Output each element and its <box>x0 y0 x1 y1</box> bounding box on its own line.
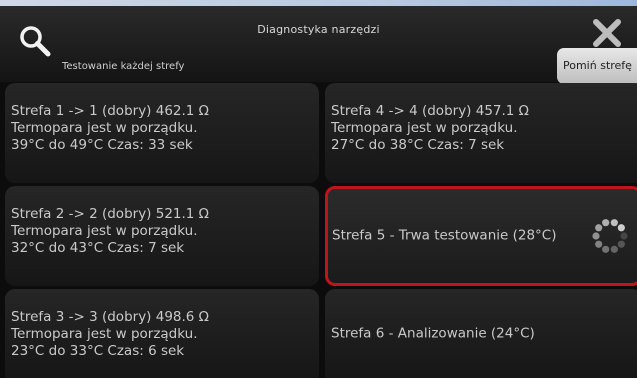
zone-1-range-time: 39°C do 49°C Czas: 33 sek <box>11 137 193 153</box>
zone-tile-6[interactable]: Strefa 6 - Analizowanie (24°C) <box>325 289 637 378</box>
zone-2-range-time: 32°C do 43°C Czas: 7 sek <box>11 240 185 256</box>
page-title: Diagnostyka narzędzi <box>257 23 380 36</box>
spinner-segment <box>602 245 610 253</box>
zone-3-result: Strefa 3 -> 3 (dobry) 498.6 Ω <box>11 309 209 325</box>
spinner-segment <box>595 240 603 248</box>
zone-6-status: Strefa 6 - Analizowanie (24°C) <box>331 325 535 341</box>
spinner-segment <box>617 224 625 232</box>
loading-spinner-icon <box>592 219 628 253</box>
zone-tile-5[interactable]: Strefa 5 - Trwa testowanie (28°C) <box>325 186 637 286</box>
zone-tile-1[interactable]: Strefa 1 -> 1 (dobry) 462.1 Ω Termopara … <box>5 83 319 183</box>
zone-4-status: Termopara jest w porządku. <box>331 120 518 136</box>
spinner-segment <box>602 219 610 227</box>
spinner-segment <box>617 240 625 248</box>
spinner-segment <box>610 219 618 227</box>
zone-4-result: Strefa 4 -> 4 (dobry) 457.1 Ω <box>331 103 529 119</box>
header-bar: Diagnostyka narzędzi Testowanie każdej s… <box>0 6 637 82</box>
spinner-segment <box>595 224 603 232</box>
spinner-segment <box>620 232 628 240</box>
zone-5-status: Strefa 5 - Trwa testowanie (28°C) <box>332 227 557 244</box>
close-icon <box>593 19 621 47</box>
zone-1-status: Termopara jest w porządku. <box>11 120 198 136</box>
skip-zone-button[interactable]: Pomiń strefę <box>557 48 637 84</box>
zone-1-result: Strefa 1 -> 1 (dobry) 462.1 Ω <box>11 103 209 119</box>
spinner-segment <box>592 232 600 240</box>
page-subtitle: Testowanie każdej strefy <box>62 61 185 72</box>
zone-tile-3[interactable]: Strefa 3 -> 3 (dobry) 498.6 Ω Termopara … <box>5 289 319 378</box>
zone-tile-2[interactable]: Strefa 2 -> 2 (dobry) 521.1 Ω Termopara … <box>5 186 319 286</box>
spinner-segment <box>610 245 618 253</box>
zone-3-status: Termopara jest w porządku. <box>11 326 198 342</box>
zone-2-result: Strefa 2 -> 2 (dobry) 521.1 Ω <box>11 206 209 222</box>
zone-2-status: Termopara jest w porządku. <box>11 223 198 239</box>
zone-grid: Strefa 1 -> 1 (dobry) 462.1 Ω Termopara … <box>5 83 637 378</box>
zone-4-range-time: 27°C do 38°C Czas: 7 sek <box>331 137 505 153</box>
close-button[interactable] <box>590 16 624 50</box>
zone-3-range-time: 23°C do 33°C Czas: 6 sek <box>11 343 185 359</box>
zone-tile-4[interactable]: Strefa 4 -> 4 (dobry) 457.1 Ω Termopara … <box>325 83 637 183</box>
